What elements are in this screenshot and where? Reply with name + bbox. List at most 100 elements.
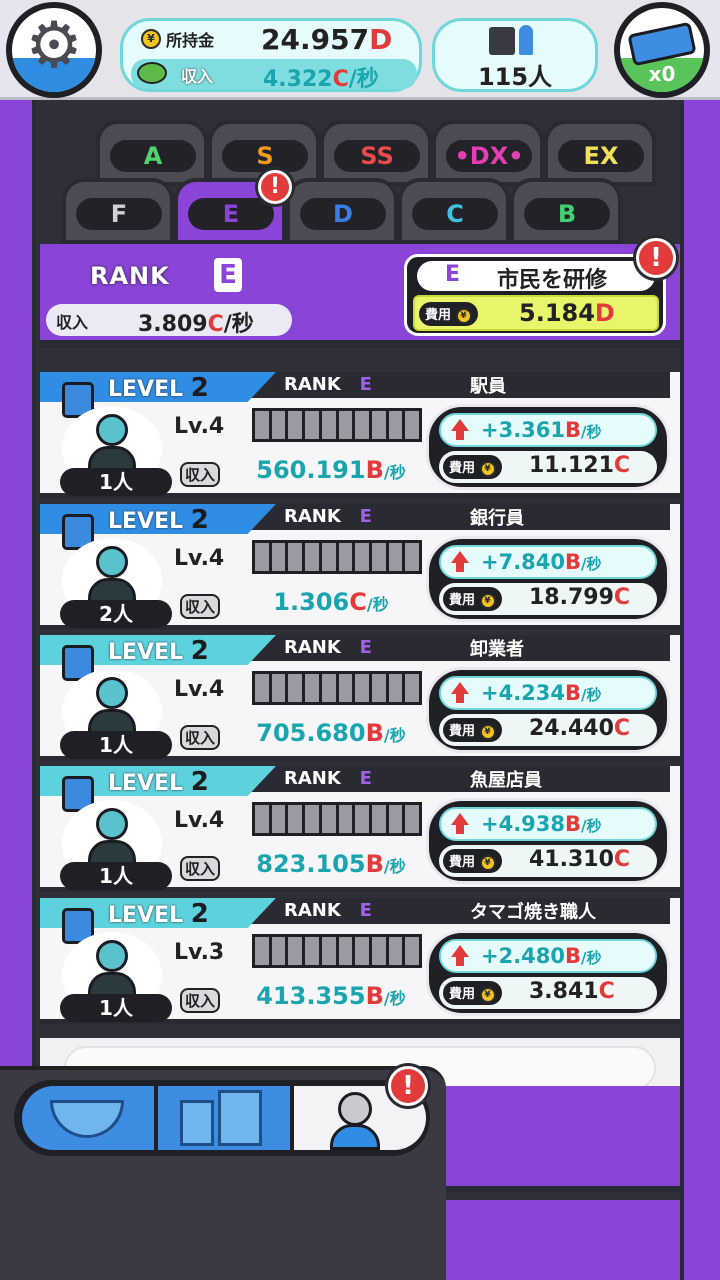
upgrade-cost: 費用 ¥ 18.799C: [439, 583, 657, 615]
citizen-count: 1人: [60, 468, 172, 496]
job-income-unit: B: [365, 982, 384, 1010]
nav-shop-button[interactable]: [22, 1086, 154, 1150]
upgrade-gain: +3.361B/秒: [439, 413, 657, 447]
job-name: タマゴ焼き職人: [470, 902, 596, 923]
tab-rank-b[interactable]: B: [510, 178, 622, 244]
progress-segment: [288, 674, 303, 702]
progress-segment: [288, 543, 303, 571]
upgrade-button[interactable]: +4.938B/秒 費用 ¥ 41.310C: [426, 798, 670, 884]
level-number: 2: [190, 636, 209, 666]
cost-label: 費用: [449, 724, 476, 739]
ticket-button[interactable]: x0: [614, 2, 710, 98]
job-card: LEVEL 2 RANK E 駅員 1人 Lv.4 収入 560.191B/秒 …: [40, 372, 680, 498]
gain-amount: +2.480B/秒: [481, 944, 602, 968]
gain-suffix: /秒: [581, 555, 602, 573]
progress-segment: [355, 674, 369, 702]
cost-value: 24.440: [529, 716, 614, 741]
population-count: 115人: [477, 63, 553, 91]
upgrade-gain: +4.938B/秒: [439, 807, 657, 841]
level-progress-bar: [252, 934, 422, 968]
rank-income-value: 3.809: [138, 312, 208, 337]
ticket-button-face: x0: [620, 8, 704, 92]
job-lv: Lv.4: [174, 677, 225, 702]
progress-segment: [371, 937, 386, 965]
tab-rank-dx[interactable]: •DX•: [432, 120, 544, 186]
job-income: 823.105B/秒: [238, 850, 424, 878]
progress-segment: [371, 411, 386, 439]
tab-label: A: [110, 140, 196, 172]
upgrade-button[interactable]: +2.480B/秒 費用 ¥ 3.841C: [426, 930, 670, 1016]
progress-segment: [271, 543, 286, 571]
train-citizen-button[interactable]: E 市民を研修 費用 ¥ 5.184D: [404, 254, 666, 336]
progress-segment: [271, 805, 286, 833]
card-rank-word: RANK: [284, 900, 341, 921]
tab-rank-ex[interactable]: EX: [544, 120, 656, 186]
citizen-head-icon: [96, 940, 128, 972]
level-label: LEVEL 2: [108, 373, 209, 403]
upgrade-cost: 費用 ¥ 41.310C: [439, 845, 657, 877]
progress-segment: [371, 805, 386, 833]
job-card: LEVEL 2 RANK E 銀行員 2人 Lv.4 収入 1.306C/秒 +…: [40, 504, 680, 630]
cost-chip: 費用 ¥: [443, 587, 502, 611]
job-income-unit: B: [365, 850, 384, 878]
level-label: LEVEL 2: [108, 899, 209, 929]
level-number: 2: [190, 373, 209, 403]
job-lv: Lv.4: [174, 808, 225, 833]
job-income-value: 1.306: [273, 588, 350, 616]
tab-rank-d[interactable]: D: [286, 178, 398, 244]
job-name: 卸業者: [470, 639, 524, 660]
nav-city-button[interactable]: [158, 1086, 290, 1150]
progress-segment: [305, 543, 319, 571]
cost-unit: C: [613, 847, 631, 872]
level-word: LEVEL: [108, 509, 184, 534]
gain-value: +4.938: [481, 812, 566, 836]
gain-unit: B: [565, 550, 582, 574]
citizen-head-icon: [96, 677, 128, 709]
gain-suffix: /秒: [581, 949, 602, 967]
cost-label: 費用: [449, 593, 476, 608]
tab-rank-a[interactable]: A: [96, 120, 208, 186]
card-rank: RANK E: [284, 506, 372, 527]
rank-income-suffix: /秒: [223, 312, 254, 337]
level-progress-bar: [252, 540, 422, 574]
job-income-unit: B: [365, 456, 384, 484]
level-word: LEVEL: [108, 771, 184, 796]
progress-segment: [405, 937, 420, 965]
card-rank: RANK E: [284, 374, 372, 395]
upgrade-gain: +2.480B/秒: [439, 939, 657, 973]
progress-segment: [288, 937, 303, 965]
tower-icon: [218, 1090, 262, 1146]
tab-label: C: [412, 198, 498, 230]
job-card: LEVEL 2 RANK E 魚屋店員 1人 Lv.4 収入 823.105B/…: [40, 766, 680, 892]
money-unit: D: [369, 23, 393, 56]
citizen-count: 1人: [60, 731, 172, 759]
settings-button[interactable]: ⚙: [6, 2, 102, 98]
tab-label: F: [76, 198, 162, 230]
tab-rank-f[interactable]: F: [62, 178, 174, 244]
city-buildings-icon: [180, 1100, 214, 1146]
upgrade-button[interactable]: +4.234B/秒 費用 ¥ 24.440C: [426, 667, 670, 753]
nav-citizens-alert-badge: !: [388, 1066, 428, 1106]
job-name: 駅員: [470, 376, 506, 397]
level-number: 2: [190, 505, 209, 535]
tab-rank-c[interactable]: C: [398, 178, 510, 244]
progress-segment: [371, 543, 386, 571]
progress-segment: [355, 937, 369, 965]
progress-segment: [405, 805, 420, 833]
cost-chip: 費用 ¥: [443, 981, 502, 1005]
job-income-value: 823.105: [256, 850, 366, 878]
train-title-bar: E 市民を研修: [417, 261, 655, 293]
tab-label: EX: [558, 140, 644, 172]
tab-rank-ss[interactable]: SS: [320, 120, 432, 186]
money-label: 所持金: [166, 31, 215, 50]
arrow-up-icon: [451, 419, 469, 440]
upgrade-button[interactable]: +7.840B/秒 費用 ¥ 18.799C: [426, 536, 670, 622]
gain-value: +7.840: [481, 550, 566, 574]
upgrade-button[interactable]: +3.361B/秒 費用 ¥ 11.121C: [426, 404, 670, 490]
progress-segment: [255, 937, 269, 965]
arrow-up-icon: [451, 813, 469, 834]
cost-amount: 3.841C: [529, 979, 615, 1004]
cost-amount: 18.799C: [529, 585, 630, 610]
progress-segment: [355, 543, 369, 571]
population-panel: 115人: [432, 18, 598, 92]
